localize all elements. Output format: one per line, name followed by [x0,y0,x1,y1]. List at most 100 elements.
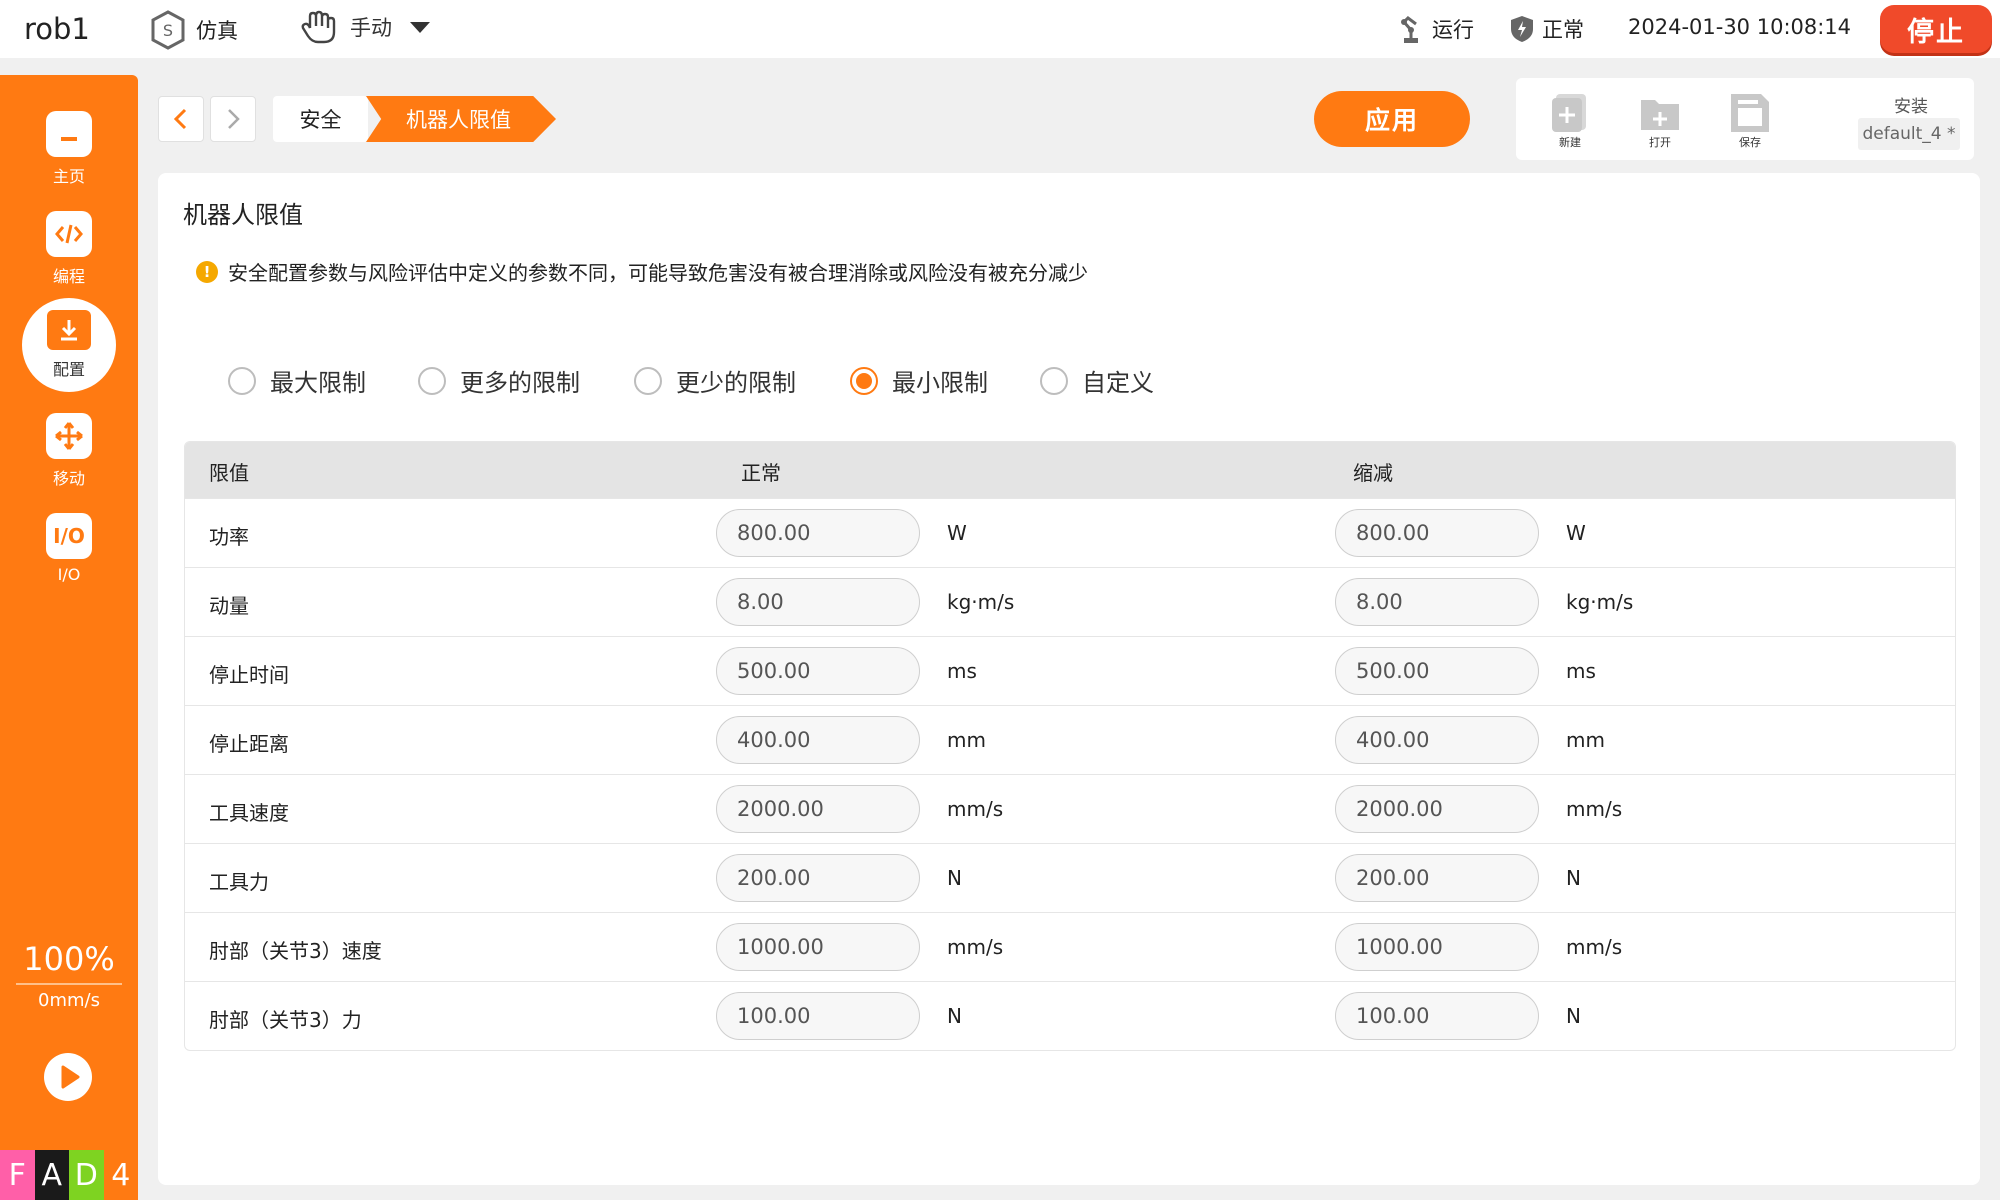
tcp-speed: 0mm/s [38,990,100,1011]
robot-limits-panel: 机器人限值 ! 安全配置参数与风险评估中定义的参数不同，可能导致危害没有被合理消… [158,173,1980,1185]
table-row: 肘部（关节3）力 N N [185,981,1955,1050]
open-label: 打开 [1649,136,1671,149]
table-row: 停止距离 mm mm [185,705,1955,774]
save-button[interactable]: 保存 [1720,92,1780,150]
header-limit: 限值 [209,461,249,485]
normal-unit: mm/s [947,797,1004,821]
apply-button[interactable]: 应用 [1314,91,1470,147]
limit-name: 肘部（关节3）力 [209,1008,362,1032]
header-reduced: 缩减 [1353,461,1393,485]
reduced-unit: N [1566,866,1581,890]
page-title: 机器人限值 [183,201,303,229]
play-button[interactable] [44,1053,92,1101]
speed-divider [16,983,122,985]
limit-name: 功率 [209,525,249,549]
reduced-value-input[interactable] [1335,578,1539,626]
radio-label: 最小限制 [892,369,988,397]
sidebar-item-io[interactable]: I/O I/O [0,513,138,584]
open-folder-icon [1641,100,1679,130]
open-button[interactable]: 打开 [1630,92,1690,150]
normal-value-input[interactable] [716,923,920,971]
chevron-right-icon [228,109,240,129]
warning-message: ! 安全配置参数与风险评估中定义的参数不同，可能导致危害没有被合理消除或风险没有… [196,257,1088,286]
radio-label: 自定义 [1082,369,1154,397]
install-file-name[interactable]: default_4 * [1858,118,1960,150]
sidebar-item-config[interactable]: 配置 [22,298,116,392]
radio-circle [418,366,446,395]
reduced-unit: kg·m/s [1566,590,1634,614]
normal-unit: kg·m/s [947,590,1015,614]
config-icon [47,310,91,350]
new-button[interactable]: 新建 [1540,92,1600,150]
sidebar-item-label: 移动 [52,469,85,488]
sidebar-item-label: I/O [57,565,81,584]
back-button[interactable] [158,96,204,142]
reduced-unit: N [1566,1004,1581,1028]
reduced-value-input[interactable] [1335,992,1539,1040]
file-panel: 新建 打开 保存 安装 default_4 * [1516,78,1974,160]
hand-icon [301,10,336,44]
normal-unit: mm [947,728,986,752]
run-status: 运行 [1398,14,1474,44]
stop-button[interactable]: 停止 [1880,5,1992,53]
mode-label: 手动 [350,16,392,40]
simulation-indicator[interactable]: S 仿真 [150,10,238,50]
forward-button[interactable] [210,96,256,142]
limit-name: 停止时间 [209,663,289,687]
simulation-icon: S [151,10,185,50]
limit-name: 工具力 [209,870,269,894]
robot-arm-icon [1401,16,1418,43]
reduced-unit: W [1566,521,1586,545]
datetime: 2024-01-30 10:08:14 [1628,15,1852,39]
breadcrumb-robot-limits: 机器人限值 [366,96,556,142]
breadcrumb-safety[interactable]: 安全 [273,96,368,142]
normal-value-input[interactable] [716,647,920,695]
normal-value-input[interactable] [716,716,920,764]
radio-label: 更少的限制 [676,369,796,397]
io-glyph: I/O [53,524,85,548]
radio-max-limit[interactable]: 最大限制 [228,363,366,398]
code-icon [46,211,92,257]
normal-value-input[interactable] [716,509,920,557]
robot-name: rob1 [24,12,90,46]
limit-name: 肘部（关节3）速度 [209,939,382,963]
new-label: 新建 [1559,136,1581,149]
reduced-value-input[interactable] [1335,509,1539,557]
reduced-value-input[interactable] [1335,785,1539,833]
normal-unit: W [947,521,967,545]
reduced-value-input[interactable] [1335,647,1539,695]
sidebar-item-label: 编程 [52,267,85,286]
limits-table: 限值 正常 缩减 功率 W W 动量 kg·m/s kg·m/s 停止时间 ms… [184,441,1956,1051]
sidebar-item-home[interactable]: 主页 [0,111,138,187]
sidebar: 主页 编程 配置 移动 I/O I/O 100% 0mm/s F A D 4 [0,75,138,1200]
sidebar-item-move[interactable]: 移动 [0,413,138,489]
table-row: 工具力 N N [185,843,1955,912]
normal-unit: N [947,1004,962,1028]
warning-icon: ! [196,260,218,283]
save-icon [1731,94,1769,132]
chevron-down-icon [410,21,430,33]
reduced-unit: mm [1566,728,1605,752]
top-bar: rob1 S 仿真 手动 运行 正常 2024-01-30 10:08:14 停… [0,0,2000,58]
reduced-unit: mm/s [1566,797,1623,821]
install-label: 安装 [1894,97,1928,117]
normal-value-input[interactable] [716,578,920,626]
speed-percent[interactable]: 100% [0,940,138,978]
radio-circle [634,366,662,395]
normal-value-input[interactable] [716,785,920,833]
reduced-value-input[interactable] [1335,716,1539,764]
sidebar-item-label: 配置 [52,360,85,379]
simulation-label: 仿真 [196,19,238,43]
radio-less-limit[interactable]: 更少的限制 [634,363,796,398]
reduced-value-input[interactable] [1335,854,1539,902]
reduced-value-input[interactable] [1335,923,1539,971]
save-label: 保存 [1739,136,1761,149]
normal-unit: ms [947,659,977,683]
mode-dropdown[interactable]: 手动 [300,8,430,46]
radio-custom[interactable]: 自定义 [1040,363,1154,398]
normal-value-input[interactable] [716,854,920,902]
radio-more-limit[interactable]: 更多的限制 [418,363,580,398]
sidebar-item-program[interactable]: 编程 [0,211,138,287]
normal-value-input[interactable] [716,992,920,1040]
radio-min-limit[interactable]: 最小限制 [850,363,988,398]
